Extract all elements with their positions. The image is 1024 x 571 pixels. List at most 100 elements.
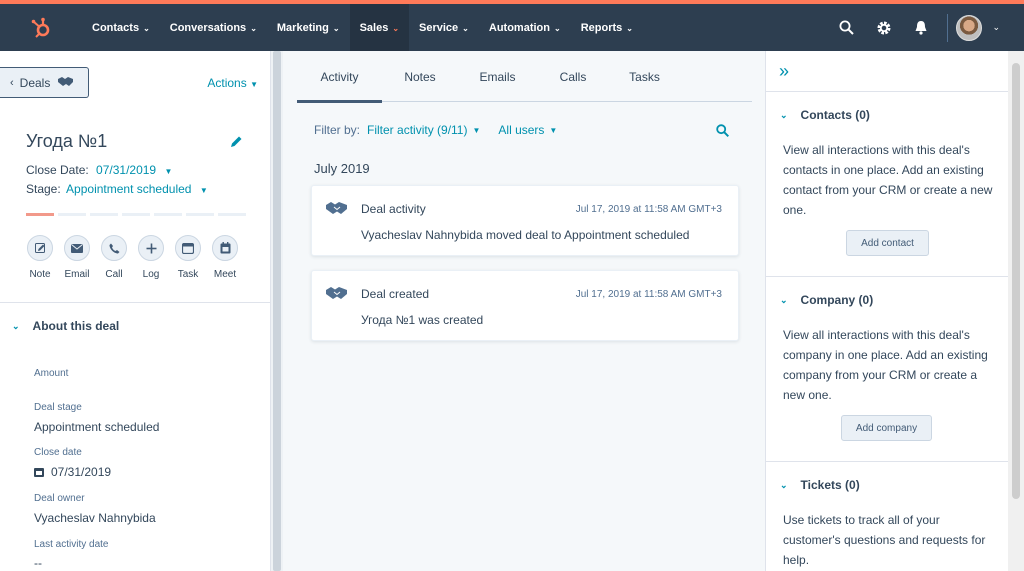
call-action[interactable]: Call xyxy=(98,235,130,280)
meet-action[interactable]: Meet xyxy=(209,235,241,280)
actions-dropdown[interactable]: Actions ▼ xyxy=(207,76,258,90)
email-action-label: Email xyxy=(64,269,90,280)
nav-sales-label: Sales xyxy=(359,21,389,34)
chevron-down-icon: ⌄ xyxy=(626,24,633,33)
tickets-section: ⌄ Tickets (0) Use tickets to track all o… xyxy=(766,461,1009,571)
filter-activity-dropdown[interactable]: Filter activity (9/11) xyxy=(367,123,467,137)
close-date-prop[interactable]: 07/31/2019 xyxy=(34,465,111,479)
associations-sidebar: » ⌄ Contacts (0) View all interactions w… xyxy=(765,51,1009,571)
notification-bell-icon[interactable] xyxy=(902,4,939,51)
edit-pencil-icon[interactable] xyxy=(230,135,243,153)
deal-sidebar: ‹ Deals Actions ▼ Угода №1 Close Date: 0… xyxy=(0,51,271,571)
meet-action-label: Meet xyxy=(213,269,237,280)
nav-service[interactable]: Service ⌄ xyxy=(409,4,479,51)
nav-contacts[interactable]: Contacts ⌄ xyxy=(82,4,160,51)
amount-label: Amount xyxy=(34,368,69,379)
close-date-label: Close Date: xyxy=(26,163,89,177)
handshake-icon xyxy=(326,286,347,305)
user-avatar[interactable] xyxy=(956,14,983,41)
deal-title: Угода №1 xyxy=(26,131,108,151)
contacts-section-toggle[interactable]: ⌄ Contacts (0) xyxy=(780,108,870,122)
hubspot-logo-icon[interactable] xyxy=(0,4,82,51)
caret-down-icon[interactable]: ▼ xyxy=(200,186,208,195)
tab-calls[interactable]: Calls xyxy=(537,51,609,102)
search-icon[interactable] xyxy=(828,4,865,51)
scrollbar-thumb[interactable] xyxy=(273,51,281,571)
about-this-deal-toggle[interactable]: ⌄ About this deal xyxy=(12,319,119,333)
email-action[interactable]: Email xyxy=(61,235,93,280)
close-date-value[interactable]: 07/31/2019 xyxy=(96,163,156,177)
tab-notes[interactable]: Notes xyxy=(382,51,458,102)
contacts-section: ⌄ Contacts (0) View all interactions wit… xyxy=(766,91,1009,276)
nav-automation[interactable]: Automation ⌄ xyxy=(479,4,571,51)
top-navigation-bar: Contacts ⌄ Conversations ⌄ Marketing ⌄ Sale… xyxy=(0,0,1024,51)
stage-value[interactable]: Appointment scheduled xyxy=(66,182,191,196)
call-action-label: Call xyxy=(105,269,123,280)
handshake-icon xyxy=(326,201,347,220)
log-action[interactable]: Log xyxy=(135,235,167,280)
task-action[interactable]: Task xyxy=(172,235,204,280)
activity-tabs: Activity Notes Emails Calls Tasks xyxy=(297,51,752,103)
stage-segment xyxy=(58,213,86,216)
calendar-icon xyxy=(34,467,44,477)
all-users-dropdown[interactable]: All users xyxy=(498,123,544,137)
company-section-text: View all interactions with this deal's c… xyxy=(783,328,988,402)
caret-down-icon[interactable]: ▼ xyxy=(164,167,172,176)
deal-stage-label: Deal stage xyxy=(34,402,82,413)
chevron-down-icon[interactable]: ⌄ xyxy=(992,22,1000,33)
tickets-section-toggle[interactable]: ⌄ Tickets (0) xyxy=(780,478,860,492)
filter-by-label: Filter by: xyxy=(314,123,361,137)
deal-stage-value[interactable]: Appointment scheduled xyxy=(34,420,159,434)
note-action[interactable]: Note xyxy=(24,235,56,280)
company-section-toggle[interactable]: ⌄ Company (0) xyxy=(780,293,873,307)
nav-marketing-label: Marketing xyxy=(276,21,329,34)
timeline-card[interactable]: Deal activity Jul 17, 2019 at 11:58 AM G… xyxy=(311,185,739,256)
pencil-square-icon xyxy=(27,235,53,261)
tab-notes-label: Notes xyxy=(404,69,436,84)
chevron-down-icon: ⌄ xyxy=(332,24,340,33)
chevron-down-icon: ⌄ xyxy=(392,24,400,33)
main-nav: Contacts ⌄ Conversations ⌄ Marketing ⌄ Sale… xyxy=(82,4,643,51)
add-company-button[interactable]: Add company xyxy=(841,415,932,441)
chevron-down-icon: ⌄ xyxy=(250,24,257,33)
tab-tasks[interactable]: Tasks xyxy=(609,51,680,102)
chevron-down-icon: ⌄ xyxy=(462,24,469,33)
nav-marketing[interactable]: Marketing ⌄ xyxy=(267,4,350,51)
phone-icon xyxy=(101,235,127,261)
task-icon xyxy=(175,235,201,261)
deal-owner-value[interactable]: Vyacheslav Nahnybida xyxy=(34,511,156,525)
add-contact-button[interactable]: Add contact xyxy=(846,230,929,256)
nav-sales[interactable]: Sales ⌄ xyxy=(349,4,410,51)
timeline-card-body: Угода №1 was created xyxy=(361,313,484,327)
caret-down-icon[interactable]: ▼ xyxy=(549,126,557,135)
activity-timeline: Activity Notes Emails Calls Tasks Filter… xyxy=(283,51,765,571)
scrollbar-thumb[interactable] xyxy=(1012,63,1020,499)
tab-emails[interactable]: Emails xyxy=(458,51,537,102)
stage-segment xyxy=(154,213,182,216)
search-icon[interactable] xyxy=(716,124,730,142)
stage-segment xyxy=(90,213,118,216)
collapse-sidebar-icon[interactable]: » xyxy=(779,61,789,82)
left-panel-scrollbar[interactable] xyxy=(271,51,283,571)
company-section-title: Company (0) xyxy=(800,293,874,307)
caret-down-icon[interactable]: ▼ xyxy=(472,126,480,135)
deal-owner-label: Deal owner xyxy=(34,493,85,504)
page-scrollbar[interactable] xyxy=(1008,51,1024,571)
last-activity-label: Last activity date xyxy=(34,539,109,550)
back-to-deals-button[interactable]: ‹ Deals xyxy=(0,67,89,98)
note-action-label: Note xyxy=(29,269,51,280)
nav-conversations[interactable]: Conversations ⌄ xyxy=(160,4,267,51)
nav-reports[interactable]: Reports ⌄ xyxy=(571,4,643,51)
close-date-prop-value: 07/31/2019 xyxy=(51,465,112,479)
chevron-down-icon: ⌄ xyxy=(780,479,788,490)
tab-calls-label: Calls xyxy=(559,69,587,84)
chevron-down-icon: ⌄ xyxy=(143,24,150,33)
timeline-card[interactable]: Deal created Jul 17, 2019 at 11:58 AM GM… xyxy=(311,270,739,341)
nav-reports-label: Reports xyxy=(580,21,623,34)
task-action-label: Task xyxy=(177,269,199,280)
quick-actions: Note Email Call Log Task Meet xyxy=(24,235,241,280)
gear-icon[interactable] xyxy=(865,4,902,51)
tab-activity[interactable]: Activity xyxy=(297,51,382,103)
stage-segment xyxy=(26,213,54,216)
nav-automation-label: Automation xyxy=(488,21,550,34)
